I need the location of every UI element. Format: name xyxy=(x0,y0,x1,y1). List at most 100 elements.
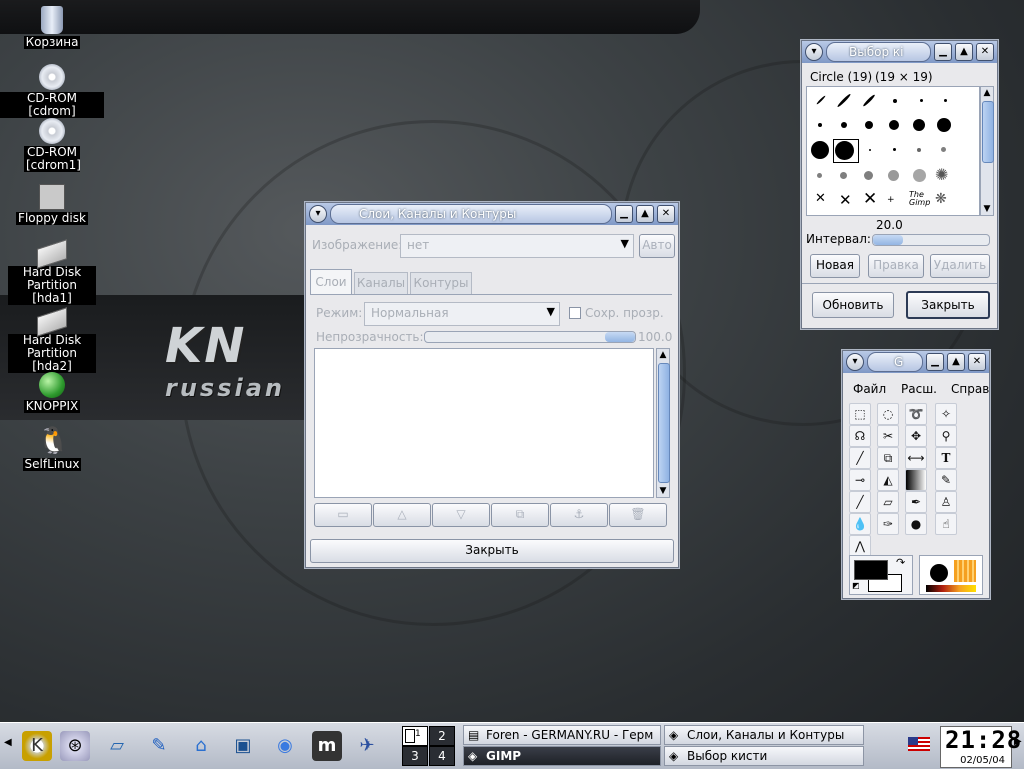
brush-titlebar[interactable]: ▾ Выбор кі ▁ ▲ ✕ xyxy=(802,41,997,63)
layers-close-button[interactable]: Закрыть xyxy=(310,539,674,563)
transform-tool-icon[interactable]: ⧉ xyxy=(877,447,899,469)
dodge-burn-tool-icon[interactable]: ● xyxy=(905,513,927,535)
brush-swatch[interactable] xyxy=(889,120,899,130)
keep-transparency-checkbox[interactable] xyxy=(569,307,581,319)
scroll-down-arrow[interactable]: ▼ xyxy=(657,485,669,497)
bucket-fill-tool-icon[interactable]: ◭ xyxy=(877,469,899,491)
tab-paths[interactable]: Контуры xyxy=(410,272,472,295)
splatter-brush-icon[interactable]: ✺ xyxy=(935,165,948,184)
swap-colors-icon[interactable]: ↷ xyxy=(896,556,905,569)
layers-list-scrollbar[interactable]: ▲ ▼ xyxy=(656,348,670,498)
clone-tool-icon[interactable]: ♙ xyxy=(935,491,957,513)
desktop-icon-selflinux[interactable]: 🐧 SelfLinux xyxy=(0,426,104,471)
brush-swatch[interactable] xyxy=(869,149,871,151)
ellipse-select-tool-icon[interactable]: ◌ xyxy=(877,403,899,425)
brush-swatch-selected[interactable] xyxy=(835,141,854,160)
show-desktop-icon[interactable]: ▱ xyxy=(102,731,132,761)
cross-brush-icon[interactable]: ✕ xyxy=(839,191,852,209)
layers-titlebar[interactable]: ▾ Слои, Каналы и Контуры ▁ ▲ ✕ xyxy=(306,203,678,225)
menu-file[interactable]: Файл xyxy=(853,382,886,396)
minimize-button[interactable]: ▁ xyxy=(926,353,944,371)
eraser-tool-icon[interactable]: ▱ xyxy=(877,491,899,513)
maximize-button[interactable]: ▲ xyxy=(955,43,973,61)
scissors-tool-icon[interactable]: ✂ xyxy=(877,425,899,447)
zoom-tool-icon[interactable]: ⚲ xyxy=(935,425,957,447)
openoffice-icon[interactable]: ✈ xyxy=(352,731,382,761)
control-center-icon[interactable]: ▣ xyxy=(228,731,258,761)
kmenu-icon[interactable]: K xyxy=(22,731,52,761)
brush-swatch[interactable] xyxy=(817,173,822,178)
brush-swatch[interactable] xyxy=(865,121,873,129)
pager-desktop-1[interactable]: 1 xyxy=(402,726,428,746)
default-colors-icon[interactable]: ◩ xyxy=(852,581,860,590)
new-layer-button[interactable]: ▭ xyxy=(314,503,372,527)
scrollbar-thumb[interactable] xyxy=(658,363,670,483)
airbrush-tool-icon[interactable]: ✒ xyxy=(905,491,927,513)
brush-swatch[interactable] xyxy=(937,118,951,132)
rect-select-tool-icon[interactable]: ⬚ xyxy=(849,403,871,425)
task-brushes[interactable]: ◈ Выбор кисти xyxy=(664,746,864,766)
bezier-tool-icon[interactable]: ☊ xyxy=(849,425,871,447)
brush-swatch[interactable] xyxy=(917,148,921,152)
brush-swatch[interactable] xyxy=(864,171,873,180)
clock-widget[interactable]: 21:28 02/05/04 xyxy=(940,726,1021,768)
window-menu-button[interactable]: ▾ xyxy=(805,43,823,61)
ink-tool-icon[interactable]: ✑ xyxy=(877,513,899,535)
minimize-button[interactable]: ▁ xyxy=(934,43,952,61)
gimp-text-brush-icon[interactable]: The Gimp xyxy=(909,191,930,207)
scroll-up-arrow[interactable]: ▲ xyxy=(981,87,993,99)
anchor-layer-button[interactable]: ⚓ xyxy=(550,503,608,527)
cross-brush-icon[interactable]: ✕ xyxy=(815,191,826,206)
cross-brush-icon[interactable]: ✕ xyxy=(863,189,877,209)
layers-list[interactable] xyxy=(314,348,654,498)
desktop-icon-hda2[interactable]: Hard Disk Partition [hda2] xyxy=(0,304,104,373)
brush-swatch[interactable] xyxy=(944,99,947,102)
pager-desktop-3[interactable]: 3 xyxy=(402,746,428,766)
toolbox-titlebar[interactable]: ▾ G ▁ ▲ ✕ xyxy=(843,351,989,373)
image-select[interactable]: нет ▼ xyxy=(400,234,634,258)
spacing-slider[interactable] xyxy=(872,234,990,246)
brush-swatch[interactable] xyxy=(913,169,926,182)
terminal-icon[interactable]: m xyxy=(312,731,342,761)
maximize-button[interactable]: ▲ xyxy=(947,353,965,371)
desktop-icon-cdrom1[interactable]: CD-ROM [cdrom1] xyxy=(0,116,104,172)
task-gimp[interactable]: ◈ GIMP xyxy=(463,746,661,766)
gradient-tool-icon[interactable] xyxy=(905,469,927,491)
brush-swatch[interactable] xyxy=(888,170,899,181)
paintbrush-tool-icon[interactable]: ╱ xyxy=(849,491,871,513)
color-picker-tool-icon[interactable]: ⊸ xyxy=(849,469,871,491)
menu-help[interactable]: Справ xyxy=(951,382,989,396)
scroll-up-arrow[interactable]: ▲ xyxy=(657,349,669,361)
scrollbar-thumb[interactable] xyxy=(982,101,994,163)
brush-swatch[interactable] xyxy=(811,141,829,159)
window-menu-button[interactable]: ▾ xyxy=(309,205,327,223)
crop-tool-icon[interactable]: ╱ xyxy=(849,447,871,469)
spacing-slider-handle[interactable] xyxy=(873,235,903,245)
duplicate-layer-button[interactable]: ⧉ xyxy=(491,503,549,527)
auto-button[interactable]: Авто xyxy=(639,234,675,258)
keyboard-layout-flag-icon[interactable] xyxy=(908,737,930,751)
brush-swatch[interactable] xyxy=(913,119,925,131)
pager-desktop-2[interactable]: 2 xyxy=(429,726,455,746)
brush-swatch[interactable] xyxy=(941,147,946,152)
brush-swatch[interactable] xyxy=(920,99,923,102)
task-browser[interactable]: ▤ Foren - GERMANY.RU - Герм xyxy=(463,725,661,745)
pager-desktop-4[interactable]: 4 xyxy=(429,746,455,766)
tab-channels[interactable]: Каналы xyxy=(354,272,408,295)
pencil-tool-icon[interactable]: ✎ xyxy=(935,469,957,491)
close-window-button[interactable]: ✕ xyxy=(968,353,986,371)
minimize-button[interactable]: ▁ xyxy=(615,205,633,223)
desktop-icon-floppy[interactable]: Floppy disk xyxy=(0,184,104,225)
konqueror-browser-icon[interactable]: ◉ xyxy=(270,731,300,761)
refresh-brushes-button[interactable]: Обновить xyxy=(812,292,894,318)
maximize-button[interactable]: ▲ xyxy=(636,205,654,223)
opacity-slider[interactable] xyxy=(424,331,636,343)
scroll-down-arrow[interactable]: ▼ xyxy=(981,203,993,215)
taskbar-left-arrow[interactable]: ◀ xyxy=(4,737,12,748)
pepper-brush-icon[interactable]: ❋ xyxy=(935,191,947,207)
brush-swatch[interactable] xyxy=(862,93,876,108)
close-window-button[interactable]: ✕ xyxy=(976,43,994,61)
active-brush-preview[interactable] xyxy=(930,564,948,582)
help-lifebuoy-icon[interactable]: ⊛ xyxy=(60,731,90,761)
brush-swatch[interactable] xyxy=(893,148,896,151)
